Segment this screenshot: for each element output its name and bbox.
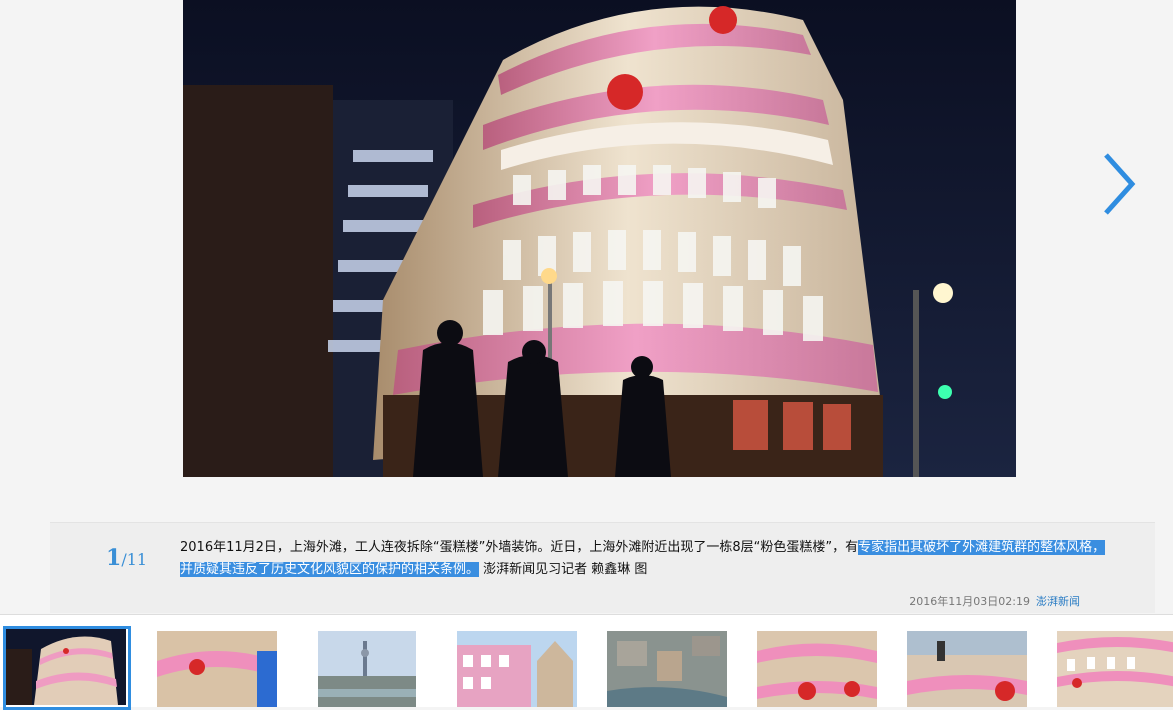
photo-counter-total: 11: [126, 550, 148, 569]
thumbnail-strip: [0, 614, 1173, 710]
chevron-right-icon: [1104, 153, 1136, 215]
thumbnail-2[interactable]: [157, 631, 277, 707]
thumbnail-7[interactable]: [907, 631, 1027, 707]
thumbnail-6[interactable]: [757, 631, 877, 707]
thumbnail-5[interactable]: [607, 631, 727, 707]
thumbnail-4[interactable]: [457, 631, 577, 707]
photo-meta: 2016年11月03日02:19 澎湃新闻: [909, 593, 1080, 609]
caption-text: 2016年11月2日，上海外滩，工人连夜拆除“蛋糕楼”外墙装饰。近日，上海外滩附…: [180, 540, 859, 555]
publish-date: 2016年11月03日02:19: [909, 595, 1030, 608]
source-link[interactable]: 澎湃新闻: [1036, 595, 1080, 608]
next-photo-button[interactable]: [1098, 150, 1142, 220]
caption-credit: 澎湃新闻见习记者 赖鑫琳 图: [479, 562, 648, 577]
thumbnail-8[interactable]: [1057, 631, 1173, 707]
photo-caption: 2016年11月2日，上海外滩，工人连夜拆除“蛋糕楼”外墙装饰。近日，上海外滩附…: [180, 537, 1110, 581]
photo-counter-current: 1: [106, 545, 122, 571]
main-photo: [183, 0, 1016, 477]
photo-stage: [0, 0, 1173, 522]
caption-panel: 1/11 2016年11月2日，上海外滩，工人连夜拆除“蛋糕楼”外墙装饰。近日，…: [50, 522, 1155, 613]
thumbnail-1[interactable]: [3, 626, 131, 710]
thumbnail-3[interactable]: [318, 631, 416, 707]
photo-counter: 1/11: [106, 545, 147, 571]
main-photo-image: [183, 0, 1016, 477]
